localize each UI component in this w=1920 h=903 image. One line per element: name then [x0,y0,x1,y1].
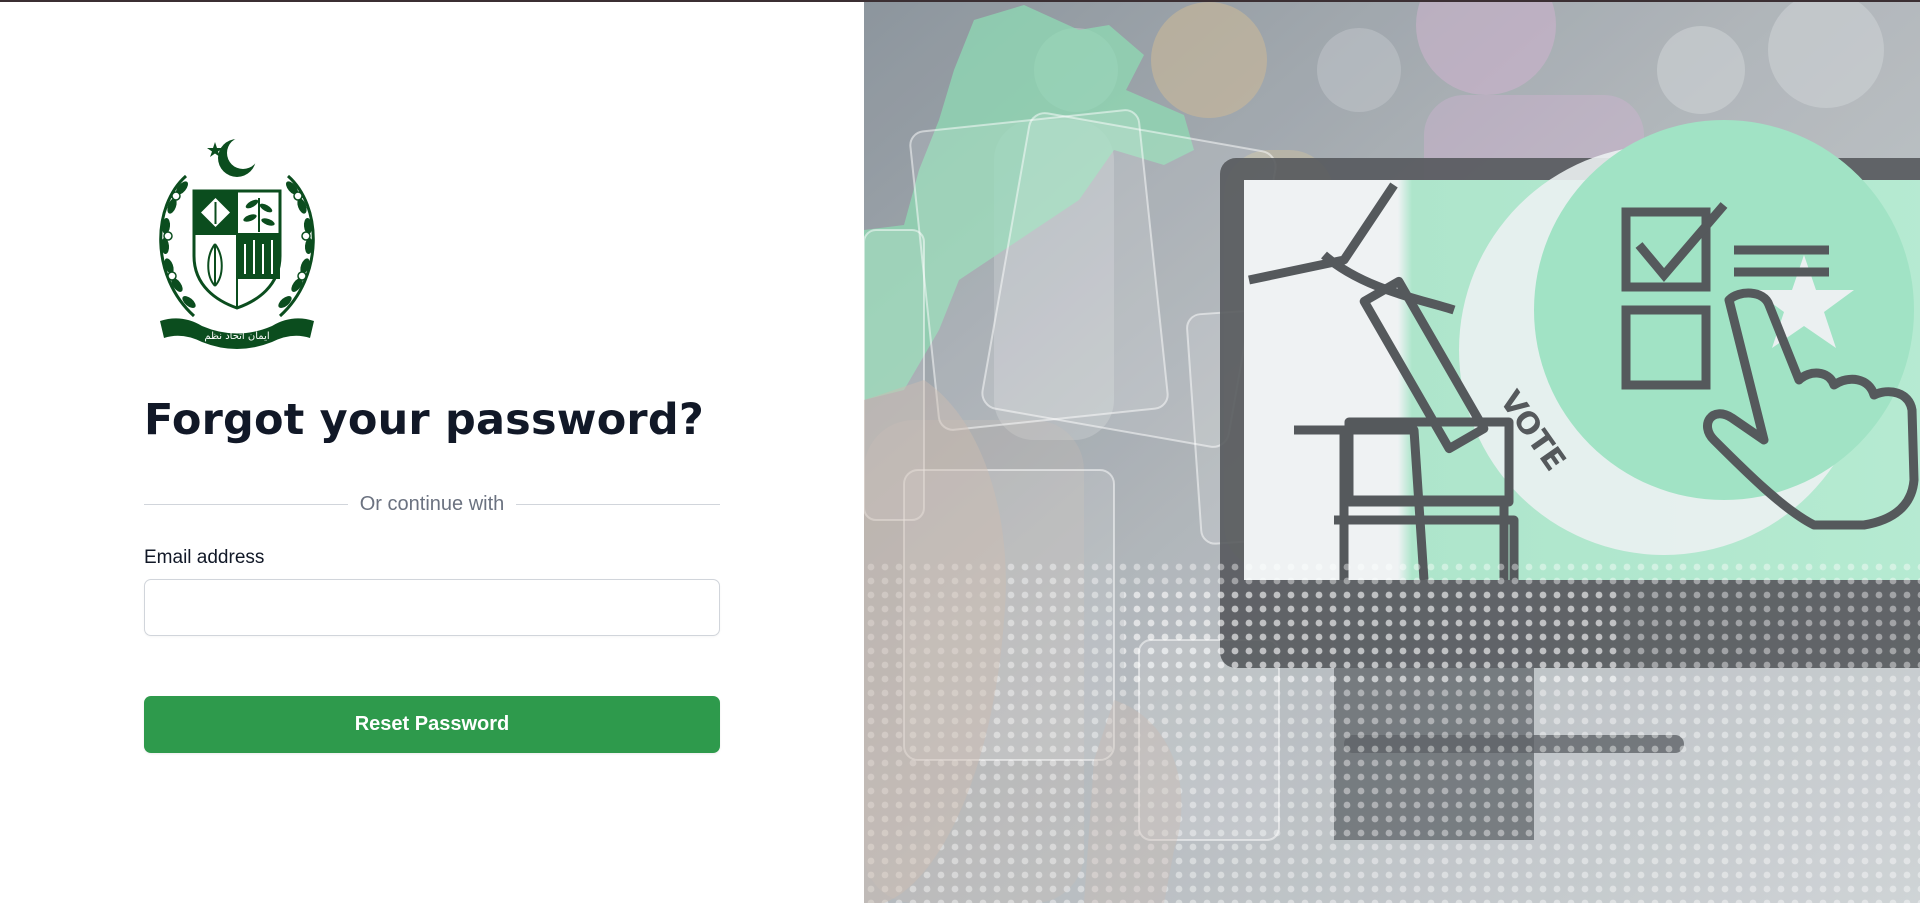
reset-password-button[interactable]: Reset Password [144,696,720,753]
form-panel: ایمان اتحاد نظم Forgot your password? Or… [0,0,864,903]
reset-form: ایمان اتحاد نظم Forgot your password? Or… [144,136,721,753]
divider-line-right [516,503,721,505]
page-title: Forgot your password? [144,395,704,445]
voting-illustration: VOTE [864,0,1920,903]
divider: Or continue with [144,492,721,516]
hero-panel: VOTE [864,0,1920,903]
divider-line-left [144,503,348,505]
divider-text: Or continue with [359,492,505,515]
state-emblem-icon: ایمان اتحاد نظم [159,137,315,349]
forgot-password-page: ایمان اتحاد نظم Forgot your password? Or… [0,0,1920,903]
email-label: Email address [144,547,265,568]
emblem-motto: ایمان اتحاد نظم [204,331,269,342]
email-field[interactable] [144,579,720,636]
top-border [0,0,1920,2]
